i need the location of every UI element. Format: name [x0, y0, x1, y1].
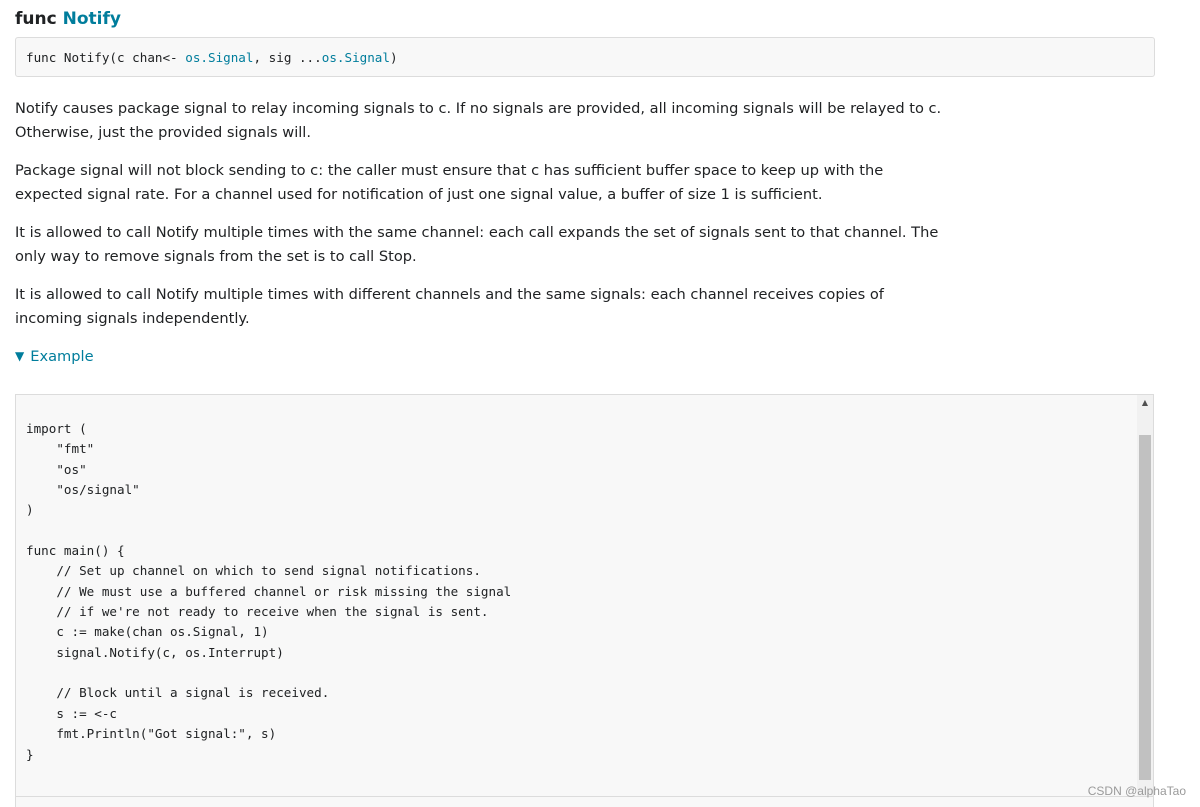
example-code: import ( "fmt" "os" "os/signal" ) func m…: [26, 421, 512, 762]
signature-part2: , sig ...: [253, 49, 322, 65]
triangle-down-icon: ▼: [15, 349, 25, 363]
func-description: Notify causes package signal to relay in…: [15, 97, 950, 330]
description-paragraph-1: Notify causes package signal to relay in…: [15, 100, 942, 141]
func-keyword: func: [15, 9, 57, 29]
signature-part3: ): [389, 49, 398, 65]
signal-type-link-2[interactable]: os.Signal: [322, 50, 390, 65]
func-name-link[interactable]: Notify: [63, 9, 121, 29]
description-paragraph-3: It is allowed to call Notify multiple ti…: [15, 224, 939, 265]
example-toggle[interactable]: ▼ Example: [15, 345, 1155, 367]
doc-section: func Notify func Notify(c chan<- os.Sign…: [15, 8, 1155, 367]
description-paragraph-4: It is allowed to call Notify multiple ti…: [15, 286, 884, 327]
signal-type-link-1[interactable]: os.Signal: [185, 50, 253, 65]
example-code-box[interactable]: import ( "fmt" "os" "os/signal" ) func m…: [15, 394, 1154, 796]
watermark: CSDN @alphaTao: [1087, 784, 1186, 798]
func-signature: func Notify(c chan<- os.Signal, sig ... o…: [15, 37, 1155, 77]
scroll-thumb[interactable]: [1139, 435, 1151, 780]
scroll-up-arrow-icon[interactable]: ▲: [1137, 398, 1153, 408]
example-output-box: [15, 796, 1154, 807]
vertical-scrollbar[interactable]: ▲: [1137, 395, 1153, 796]
signature-part1: func Notify(c chan<-: [26, 49, 186, 65]
description-paragraph-2: Package signal will not block sending to…: [15, 162, 884, 203]
func-heading: func Notify: [15, 8, 1155, 30]
example-toggle-label: Example: [30, 347, 94, 365]
